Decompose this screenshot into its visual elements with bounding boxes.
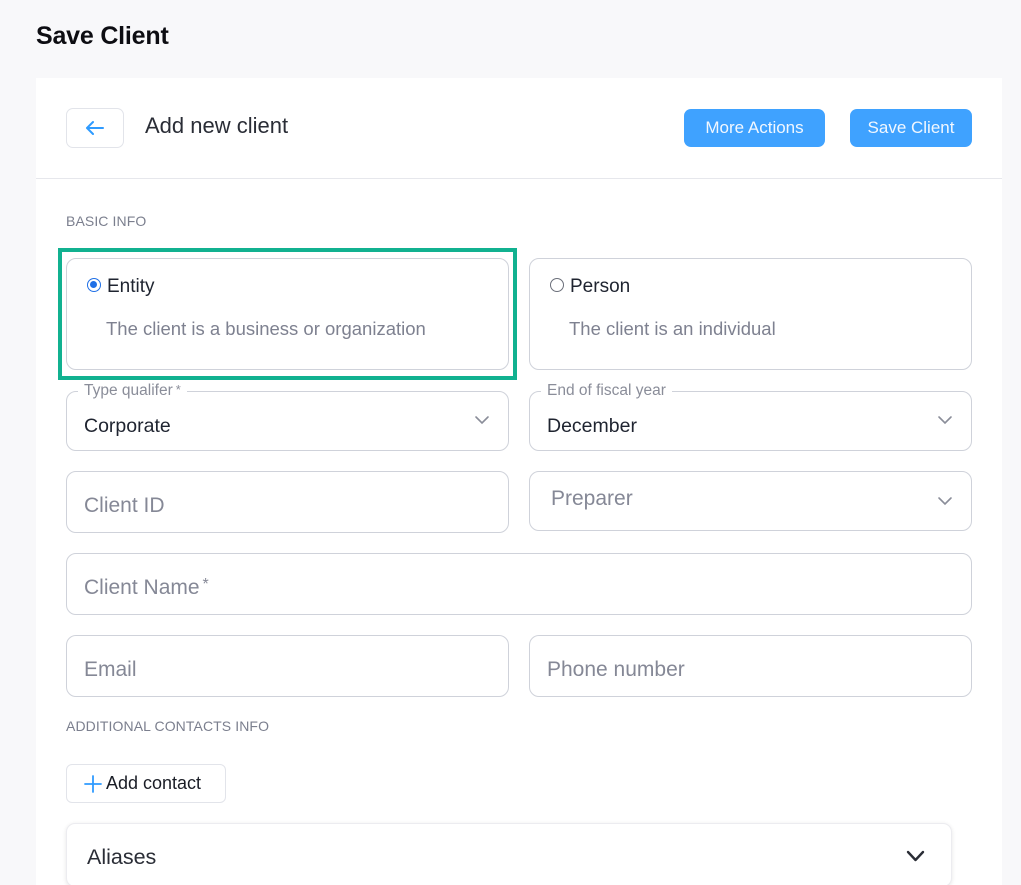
form-title: Add new client — [145, 113, 289, 138]
person-option-card[interactable]: Person The client is an individual — [529, 258, 972, 370]
type-qualifier-select[interactable]: Type qualifer * Corporate — [66, 382, 509, 451]
email-input[interactable]: Email — [66, 635, 509, 697]
phone-number-input[interactable]: Phone number — [529, 635, 972, 697]
entity-radio[interactable] — [87, 278, 101, 292]
add-contact-button[interactable]: Add contact — [66, 764, 226, 803]
back-button[interactable] — [66, 108, 124, 148]
fiscal-year-end-label: End of fiscal year — [541, 382, 672, 400]
page-title: Save Client — [36, 22, 169, 50]
client-name-input[interactable]: Client Name * — [66, 553, 972, 615]
fiscal-year-end-select[interactable]: End of fiscal year December — [529, 382, 972, 451]
phone-number-placeholder: Phone number — [547, 658, 685, 681]
aliases-accordion[interactable]: Aliases — [66, 823, 952, 885]
type-qualifier-label: Type qualifer * — [78, 382, 187, 400]
preparer-select[interactable]: Preparer — [529, 471, 972, 531]
plus-icon — [84, 774, 102, 793]
chevron-down-icon — [906, 850, 925, 862]
chevron-down-icon — [475, 416, 489, 425]
client-id-input[interactable]: Client ID — [66, 471, 509, 533]
entity-option-title: Entity — [107, 276, 155, 297]
person-option-title: Person — [570, 276, 631, 297]
chevron-down-icon — [938, 497, 952, 506]
fiscal-year-end-value: December — [547, 415, 637, 437]
person-option-description: The client is an individual — [569, 318, 776, 339]
person-radio[interactable] — [550, 278, 564, 292]
chevron-down-icon — [938, 416, 952, 425]
client-id-placeholder: Client ID — [84, 494, 165, 517]
email-placeholder: Email — [84, 658, 137, 681]
save-client-button[interactable]: Save Client — [850, 109, 972, 147]
client-form-card: Add new client More Actions Save Client … — [36, 78, 1002, 885]
entity-option-description: The client is a business or organization — [106, 318, 426, 339]
entity-option-card[interactable]: Entity The client is a business or organ… — [66, 258, 509, 370]
aliases-label: Aliases — [87, 845, 157, 869]
add-contact-label: Add contact — [106, 773, 202, 793]
arrow-left-icon — [86, 121, 104, 135]
basic-info-section-label: BASIC INFO — [66, 213, 147, 229]
more-actions-button[interactable]: More Actions — [684, 109, 825, 147]
type-qualifier-value: Corporate — [84, 415, 171, 437]
additional-contacts-section-label: ADDITIONAL CONTACTS INFO — [66, 718, 270, 734]
client-name-placeholder: Client Name * — [84, 576, 209, 599]
preparer-placeholder: Preparer — [551, 487, 633, 510]
form-header: Add new client More Actions Save Client — [36, 78, 1002, 179]
